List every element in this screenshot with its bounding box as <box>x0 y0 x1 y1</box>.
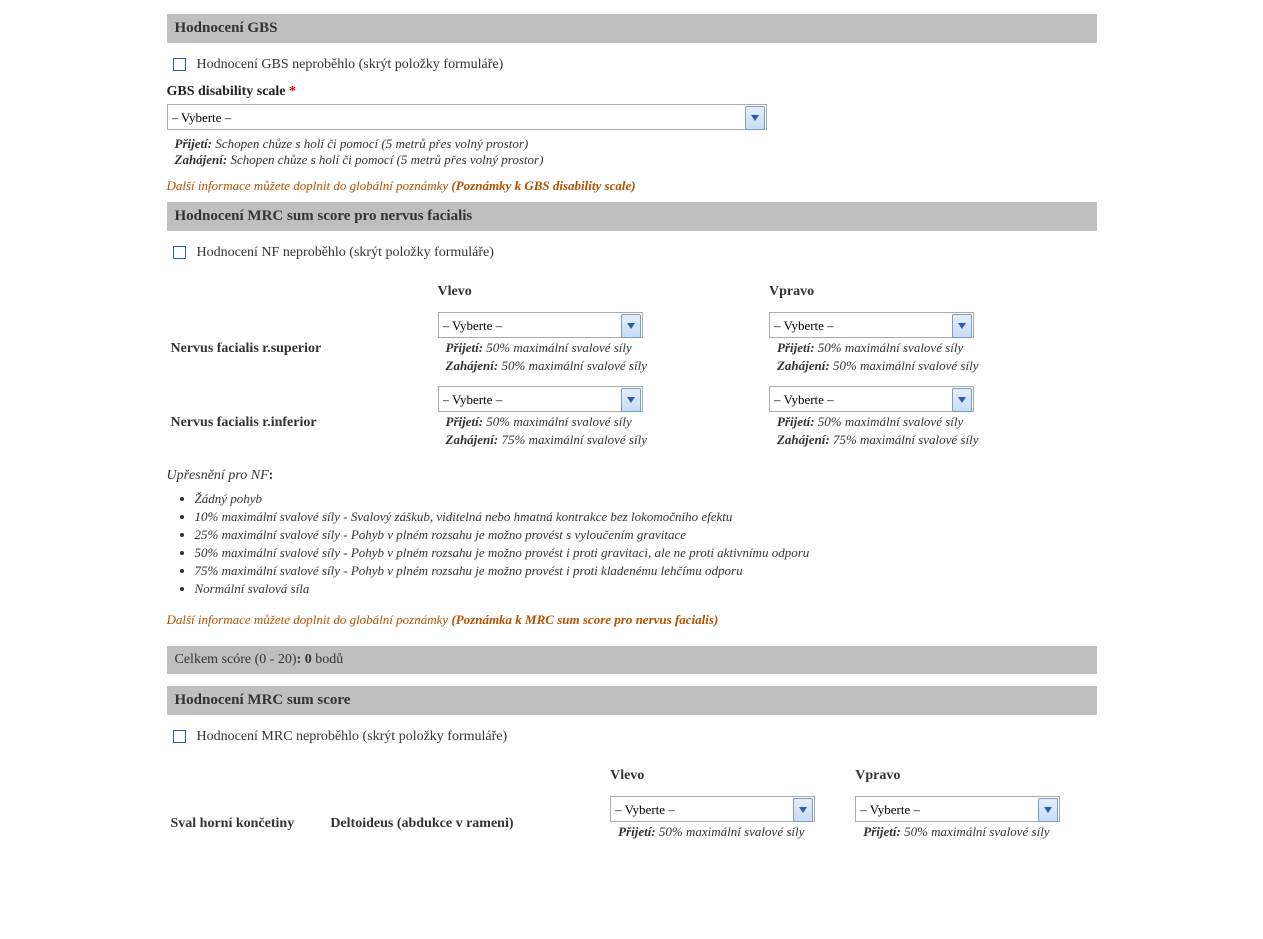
nf-row0-right-zahajeni: Zahájení: 50% maximální svalové síly <box>769 358 1093 374</box>
nf-col-right-header: Vpravo <box>765 278 1097 306</box>
mrc-row1-left-prijeti: Přijetí: 50% maximální svalové síly <box>610 824 847 840</box>
nf-scale-0: Žádný pohyb <box>195 490 1097 508</box>
nf-row0-left-prijeti: Přijetí: 50% maximální svalové síly <box>438 340 761 356</box>
nf-row0-left-select[interactable]: – Vyberte – <box>438 312 643 338</box>
nf-row0-left-zahajeni: Zahájení: 50% maximální svalové síly <box>438 358 761 374</box>
mrc-group-label: Sval horní končetiny <box>167 790 327 846</box>
nf-scale-1: 10% maximální svalové síly - Svalový záš… <box>195 508 1097 526</box>
nf-row1-right-prijeti: Přijetí: 50% maximální svalové síly <box>769 414 1093 430</box>
section-header-gbs: Hodnocení GBS <box>167 14 1097 43</box>
section-header-nf: Hodnocení MRC sum score pro nervus facia… <box>167 202 1097 231</box>
gbs-skip-checkbox[interactable] <box>173 58 186 71</box>
nf-score-bar: Celkem scóre (0 - 20): 0 bodů <box>167 646 1097 674</box>
nf-scale-5: Normální svalová síla <box>195 580 1097 598</box>
gbs-disability-select[interactable]: – Vyberte – <box>167 104 767 130</box>
mrc-skip-checkbox[interactable] <box>173 730 186 743</box>
mrc-row1-label: Deltoideus (abdukce v rameni) <box>326 790 606 846</box>
section-header-mrc: Hodnocení MRC sum score <box>167 686 1097 715</box>
nf-skip-label: Hodnocení NF neproběhlo (skrýt položky f… <box>197 245 494 261</box>
gbs-disability-label: GBS disability scale * <box>167 82 1097 104</box>
nf-uprest-label: Upřesnění pro NF: <box>167 454 1097 484</box>
nf-row1-left-zahajeni: Zahájení: 75% maximální svalové síly <box>438 432 761 448</box>
nf-scale-2: 25% maximální svalové síly - Pohyb v pln… <box>195 526 1097 544</box>
nf-row0-right-select[interactable]: – Vyberte – <box>769 312 974 338</box>
nf-row0-right-prijeti: Přijetí: 50% maximální svalové síly <box>769 340 1093 356</box>
nf-scale-3: 50% maximální svalové síly - Pohyb v pln… <box>195 544 1097 562</box>
gbs-zahajeni-hint: Zahájení: Schopen chůze s holí či pomocí… <box>167 152 1097 168</box>
nf-skip-checkbox[interactable] <box>173 246 186 259</box>
gbs-prijeti-hint: Přijetí: Schopen chůze s holí či pomocí … <box>167 136 1097 152</box>
nf-scale-4: 75% maximální svalové síly - Pohyb v pln… <box>195 562 1097 580</box>
mrc-row1-left-select[interactable]: – Vyberte – <box>610 796 815 822</box>
mrc-skip-label: Hodnocení MRC neproběhlo (skrýt položky … <box>197 729 508 745</box>
nf-row1-label: Nervus facialis r.inferior <box>167 380 434 454</box>
nf-row1-left-prijeti: Přijetí: 50% maximální svalové síly <box>438 414 761 430</box>
mrc-row1-right-select[interactable]: – Vyberte – <box>855 796 1060 822</box>
mrc-col-right-header: Vpravo <box>851 762 1096 790</box>
gbs-skip-label: Hodnocení GBS neproběhlo (skrýt položky … <box>197 57 504 73</box>
nf-row1-left-select[interactable]: – Vyberte – <box>438 386 643 412</box>
gbs-global-note: Další informace můžete doplnit do globál… <box>167 168 1097 202</box>
nf-row1-right-select[interactable]: – Vyberte – <box>769 386 974 412</box>
nf-global-note: Další informace můžete doplnit do globál… <box>167 602 1097 636</box>
nf-row0-label: Nervus facialis r.superior <box>167 306 434 380</box>
mrc-col-left-header: Vlevo <box>606 762 851 790</box>
nf-scale-list: Žádný pohyb 10% maximální svalové síly -… <box>195 490 1097 598</box>
nf-row1-right-zahajeni: Zahájení: 75% maximální svalové síly <box>769 432 1093 448</box>
mrc-row1-right-prijeti: Přijetí: 50% maximální svalové síly <box>855 824 1092 840</box>
nf-col-left-header: Vlevo <box>434 278 765 306</box>
